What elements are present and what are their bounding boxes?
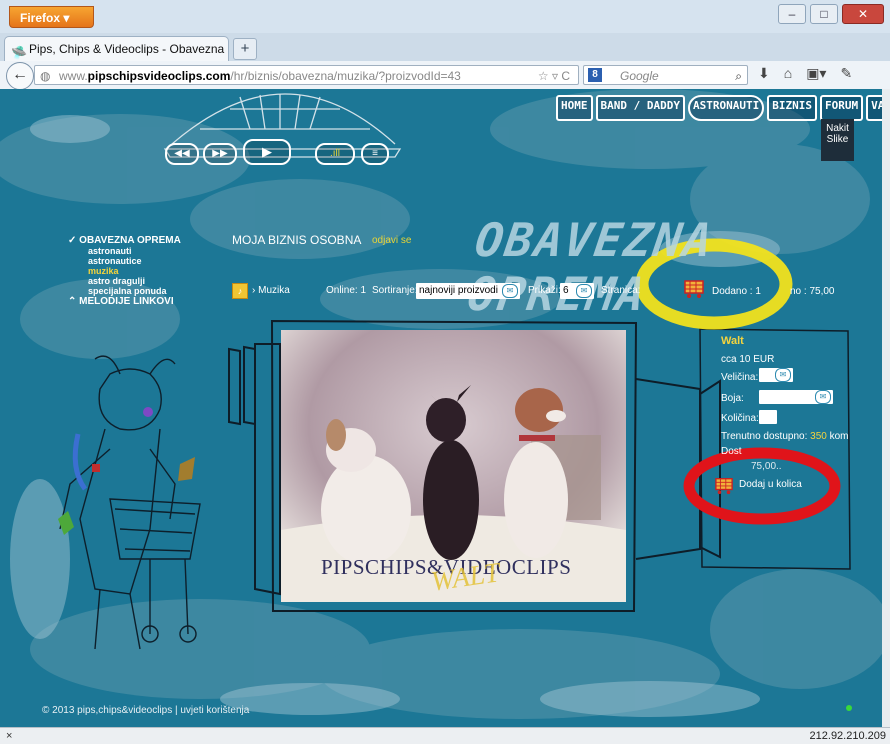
bookmarks-icon[interactable]: ▣▾ bbox=[806, 65, 826, 82]
site-favicon-icon: 🛸 bbox=[11, 45, 28, 60]
category-item-muzika[interactable]: muzika bbox=[68, 266, 181, 276]
music-folder-icon: ♪ bbox=[232, 283, 248, 299]
show-label: Prikaži: bbox=[528, 285, 561, 296]
delivery-label: Dost bbox=[721, 446, 742, 457]
site-identity-icon: ◍ bbox=[40, 69, 51, 83]
page-scrollbar[interactable] bbox=[882, 89, 890, 727]
play-icon[interactable]: ▶ bbox=[243, 139, 291, 165]
sort-label: Sortiranje: bbox=[372, 285, 418, 296]
biznis-title: MOJA BIZNIS OSOBNA bbox=[232, 233, 362, 247]
firefox-menu-button[interactable]: Firefox ▾ bbox=[9, 6, 94, 28]
category-item-astronauti[interactable]: astronauti bbox=[68, 246, 181, 256]
search-placeholder: Google bbox=[620, 69, 659, 83]
tab-title: Pips, Chips & Videoclips - Obavezna opr.… bbox=[29, 42, 228, 56]
breadcrumb[interactable]: › Muzika bbox=[252, 285, 290, 296]
nav-vaya-button[interactable]: VAYA bbox=[866, 95, 882, 121]
category-melodije-linkovi[interactable]: ⌃ MELODIJE LINKOVI bbox=[68, 296, 181, 307]
back-arrow-icon[interactable]: ← bbox=[6, 62, 34, 90]
page-heading: OBAVEZNA OPREMA bbox=[464, 213, 718, 321]
addon-icon[interactable]: ✎ bbox=[840, 65, 852, 82]
add-to-cart-label: Dodaj u kolica bbox=[739, 479, 802, 490]
quantity-label: Količina: bbox=[721, 413, 759, 424]
bookmark-star-icon[interactable]: ☆ ▿ C bbox=[538, 66, 570, 86]
url-field[interactable]: ◍ www.pipschipsvideoclips.com/hr/biznis/… bbox=[34, 65, 579, 85]
search-input[interactable]: 8 Google ⌕ bbox=[583, 65, 748, 85]
close-window-icon[interactable]: ✕ bbox=[842, 4, 884, 24]
show-count-value: 6 bbox=[563, 285, 569, 296]
url-text: www.pipschipsvideoclips.com/hr/biznis/ob… bbox=[59, 69, 461, 83]
category-obavezna-oprema[interactable]: ✓ OBAVEZNA OPREMA bbox=[68, 235, 181, 246]
toolbar-icons: ⬇ ⌂ ▣▾ ✎ bbox=[758, 65, 852, 82]
status-bar: × 212.92.210.209 bbox=[0, 727, 890, 744]
web-page: HOME BAND / DADDY ASTRONAUTI BIZNIS FORU… bbox=[0, 89, 882, 727]
show-count-select[interactable]: 6 ✉ bbox=[560, 283, 594, 299]
home-icon[interactable]: ⌂ bbox=[784, 65, 792, 82]
shop-toolbar: ♪ › Muzika Online: 1 Sortiranje: najnovi… bbox=[232, 283, 872, 301]
nav-astronauti-button[interactable]: ASTRONAUTI bbox=[687, 95, 765, 121]
status-close-icon[interactable]: × bbox=[6, 728, 12, 744]
fast-forward-icon[interactable]: ▶▶ bbox=[203, 143, 237, 165]
download-icon[interactable]: ⬇ bbox=[758, 65, 770, 82]
vaya-submenu: Nakit Slike bbox=[821, 119, 854, 161]
nav-home-button[interactable]: HOME bbox=[556, 95, 593, 121]
sort-select-value: najnoviji proizvodi bbox=[419, 285, 498, 296]
product-price: cca 10 EUR bbox=[721, 354, 775, 365]
category-item-astronautice[interactable]: astronautice bbox=[68, 256, 181, 266]
vaya-slike-link[interactable]: Slike bbox=[821, 134, 854, 145]
new-tab-button[interactable]: + bbox=[233, 38, 257, 60]
quantity-input[interactable] bbox=[759, 410, 777, 424]
page-footer[interactable]: © 2013 pips,chips&videoclips | uvjeti ko… bbox=[42, 705, 249, 716]
dropdown-arrow-icon: ✉ bbox=[815, 390, 831, 404]
product-name: Walt bbox=[721, 335, 744, 347]
category-nav: ✓ OBAVEZNA OPREMA astronauti astronautic… bbox=[68, 235, 181, 307]
stock-info: Trenutno dostupno: 350 kom bbox=[721, 431, 849, 442]
audio-player: ◀◀ ▶▶ ▶ .ıll ≡ bbox=[157, 113, 407, 181]
minimize-icon[interactable]: – bbox=[778, 4, 806, 24]
category-item-astro-dragulji[interactable]: astro dragulji bbox=[68, 276, 181, 286]
window-controls: – □ ✕ bbox=[778, 4, 884, 24]
total-price: 75,00.. bbox=[751, 461, 782, 472]
color-select[interactable]: ✉ bbox=[759, 390, 833, 404]
tab-active[interactable]: 🛸 Pips, Chips & Videoclips - Obavezna op… bbox=[4, 36, 229, 61]
dropdown-arrow-icon: ✉ bbox=[502, 284, 518, 298]
vaya-nakit-link[interactable]: Nakit bbox=[821, 123, 854, 134]
sort-select[interactable]: najnoviji proizvodi ✉ bbox=[416, 283, 520, 299]
size-select[interactable]: ✉ bbox=[759, 368, 793, 382]
playlist-icon[interactable]: ≡ bbox=[361, 143, 389, 165]
rewind-icon[interactable]: ◀◀ bbox=[165, 143, 199, 165]
volume-icon[interactable]: .ıll bbox=[315, 143, 355, 165]
cart-icon[interactable] bbox=[682, 278, 706, 298]
browser-titlebar: Firefox ▾ – □ ✕ bbox=[0, 0, 890, 33]
site-main-nav: HOME BAND / DADDY ASTRONAUTI BIZNIS FORU… bbox=[556, 95, 882, 121]
search-engine-icon[interactable]: 8 bbox=[588, 68, 602, 82]
maximize-icon[interactable]: □ bbox=[810, 4, 838, 24]
status-ip: 212.92.210.209 bbox=[809, 730, 886, 742]
size-label: Veličina: bbox=[721, 372, 759, 383]
nav-biznis-button[interactable]: BIZNIS bbox=[767, 95, 817, 121]
firefox-menu-label: Firefox bbox=[20, 11, 61, 25]
page-label: Stranica: bbox=[601, 285, 641, 296]
nav-forum-button[interactable]: FORUM bbox=[819, 95, 864, 121]
cart-added-count: Dodano : 1 bbox=[712, 286, 761, 297]
color-label: Boja: bbox=[721, 393, 744, 404]
logout-link[interactable]: odjavi se bbox=[372, 235, 411, 246]
online-count: Online: 1 bbox=[326, 285, 367, 296]
nav-band-daddy-button[interactable]: BAND / DADDY bbox=[595, 95, 685, 121]
cart-icon bbox=[715, 478, 733, 494]
dropdown-arrow-icon: ✉ bbox=[775, 368, 791, 382]
tab-bar: 🛸 Pips, Chips & Videoclips - Obavezna op… bbox=[0, 33, 890, 62]
category-item-specijalna-ponuda[interactable]: specijalna ponuda bbox=[68, 286, 181, 296]
add-to-cart-button[interactable]: Dodaj u kolica bbox=[713, 475, 802, 495]
dropdown-arrow-icon: ✉ bbox=[576, 284, 592, 298]
search-icon[interactable]: ⌕ bbox=[735, 66, 742, 86]
cart-sum: no : 75,00 bbox=[790, 286, 835, 297]
product-image[interactable]: PIPSCHIPS&VIDEOCLIPS WALT bbox=[281, 330, 626, 602]
navigation-bar: ← ◍ www.pipschipsvideoclips.com/hr/bizni… bbox=[0, 61, 890, 90]
